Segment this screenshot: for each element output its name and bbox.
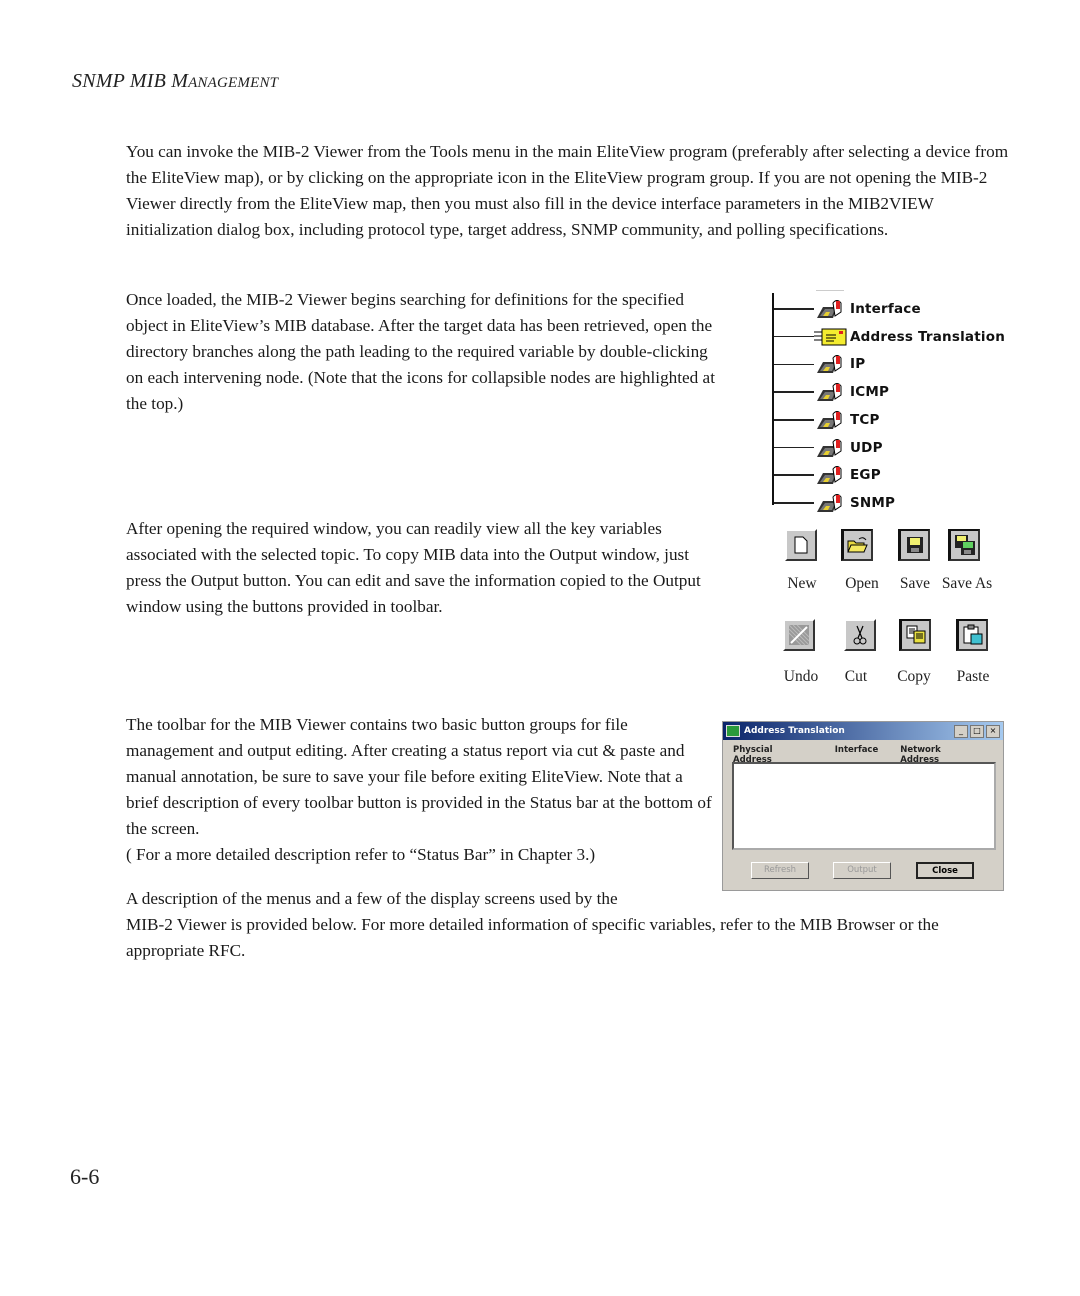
paragraph-after-opening: After opening the required window, you c… xyxy=(126,519,701,616)
column-physical-address: Physcial Address xyxy=(733,745,773,765)
tree-node[interactable]: EGP xyxy=(774,462,881,488)
output-button[interactable]: Output xyxy=(833,862,891,879)
dialog-title: Address Translation xyxy=(744,726,845,736)
tree-node[interactable]: TCP xyxy=(774,407,880,433)
mib-folder-icon xyxy=(814,409,848,431)
undo-icon xyxy=(788,624,810,646)
save-button[interactable] xyxy=(898,529,930,561)
tree-branch-line xyxy=(774,335,814,338)
tree-branch-line xyxy=(774,474,814,476)
page-number: 6-6 xyxy=(70,1164,100,1189)
open-envelope-icon xyxy=(814,326,848,348)
paste-icon xyxy=(963,624,982,645)
tree-node-label: Interface xyxy=(850,301,921,317)
tree-node[interactable]: Address Translation xyxy=(774,324,1005,350)
mib-tree: Interface Address Translation IP ICMP TCP UDP… xyxy=(772,290,1012,516)
copy-button[interactable] xyxy=(899,619,931,651)
paste-button[interactable] xyxy=(956,619,988,651)
mib-folder-icon xyxy=(814,437,848,459)
cut-button[interactable] xyxy=(844,619,876,651)
address-translation-dialog: Address Translation _ □ × Physcial Addre… xyxy=(722,721,1004,891)
mib-folder-icon xyxy=(814,381,848,403)
save-as-button[interactable] xyxy=(948,529,980,561)
save-disk-icon xyxy=(906,537,923,553)
tree-node[interactable]: Interface xyxy=(774,296,921,322)
paragraph-description-rest: MIB-2 Viewer is provided below. For more… xyxy=(126,915,939,960)
tree-node-label: SNMP xyxy=(850,494,896,511)
save-as-label: Save As xyxy=(941,575,993,592)
tree-node-label: IP xyxy=(850,356,866,373)
paragraph-toolbar: The toolbar for the MIB Viewer contains … xyxy=(126,715,712,838)
tree-node-label: TCP xyxy=(850,411,880,428)
maximize-button[interactable]: □ xyxy=(970,724,984,738)
copy-icon xyxy=(906,625,925,644)
tree-branch-line xyxy=(774,419,814,421)
undo-button[interactable] xyxy=(783,619,815,651)
column-interface: Interface xyxy=(834,745,879,755)
scissors-icon xyxy=(853,625,867,645)
new-file-icon xyxy=(794,536,808,554)
column-headers: Physcial Address Interface Network Addre… xyxy=(723,740,1003,765)
paragraph-once-loaded: Once loaded, the MIB-2 Viewer begins sea… xyxy=(126,290,715,413)
tree-node-label: Address Translation xyxy=(850,328,1006,345)
tree-node[interactable]: ICMP xyxy=(774,379,889,405)
running-header: SNMP MIB MANAGEMENT xyxy=(72,70,278,93)
paste-label: Paste xyxy=(956,668,990,685)
dialog-titlebar[interactable]: Address Translation _ □ × xyxy=(723,722,1003,740)
paragraph-reference: ( For a more detailed description refer … xyxy=(126,845,596,864)
tree-node-label: EGP xyxy=(850,467,881,484)
tree-branch-line xyxy=(774,391,814,393)
mib-folder-icon xyxy=(814,298,848,320)
tree-top-line xyxy=(816,290,844,291)
tree-node[interactable]: IP xyxy=(774,351,865,377)
close-button[interactable]: Close xyxy=(916,862,974,879)
tree-node-label: UDP xyxy=(850,439,883,456)
open-folder-icon xyxy=(846,537,868,553)
open-button[interactable] xyxy=(841,529,873,561)
tree-branch-line xyxy=(774,446,814,449)
tree-node-label: ICMP xyxy=(850,384,890,401)
paragraph-description: A description of the menus and a few of … xyxy=(126,886,1010,964)
app-icon xyxy=(726,725,740,737)
close-window-button[interactable]: × xyxy=(986,724,1000,738)
save-as-icon xyxy=(954,535,975,555)
header-title-part: SNMP MIB M xyxy=(72,70,189,92)
tree-node[interactable]: SNMP xyxy=(774,490,895,516)
header-title-smallcaps: ANAGEMENT xyxy=(188,75,279,91)
tree-branch-line xyxy=(774,308,814,310)
column-network-address: Network Address xyxy=(900,745,941,765)
tree-branch-line xyxy=(774,502,814,504)
mib-folder-icon xyxy=(814,492,848,514)
address-list[interactable] xyxy=(732,762,996,850)
refresh-button[interactable]: Refresh xyxy=(751,862,809,879)
mib-folder-icon xyxy=(814,353,848,375)
tree-branch-line xyxy=(774,363,814,366)
mib-folder-icon xyxy=(814,464,848,486)
paragraph-invoke: You can invoke the MIB-2 Viewer from the… xyxy=(126,142,1009,239)
minimize-button[interactable]: _ xyxy=(954,724,968,738)
new-button[interactable] xyxy=(785,529,817,561)
tree-node[interactable]: UDP xyxy=(774,435,883,461)
